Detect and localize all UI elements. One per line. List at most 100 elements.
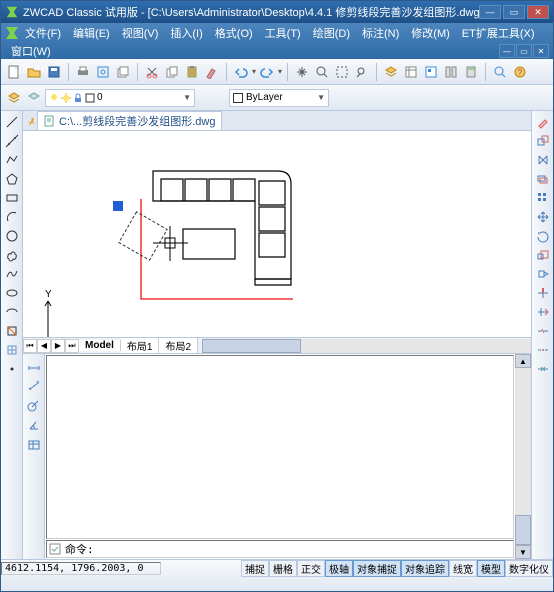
dim-table-button[interactable] <box>25 436 43 454</box>
coordinates[interactable]: 4612.1154, 1796.2003, 0 <box>1 562 161 575</box>
osnap-toggle[interactable]: 对象捕捉 <box>353 560 401 577</box>
redo-button[interactable] <box>258 63 276 81</box>
join-button[interactable] <box>534 360 552 378</box>
menu-edit[interactable]: 编辑(E) <box>67 24 116 42</box>
erase-button[interactable] <box>534 113 552 131</box>
snap-toggle[interactable]: 捕捉 <box>241 560 269 577</box>
tab-model[interactable]: Model <box>79 340 121 351</box>
point-button[interactable] <box>3 360 21 378</box>
cut-button[interactable] <box>143 63 161 81</box>
dim-linear-button[interactable] <box>25 356 43 374</box>
offset-button[interactable] <box>534 170 552 188</box>
ellipse-arc-button[interactable] <box>3 303 21 321</box>
stretch-button[interactable] <box>534 265 552 283</box>
arc-button[interactable] <box>3 208 21 226</box>
properties-button[interactable] <box>402 63 420 81</box>
tab-prev[interactable]: ◀ <box>37 339 51 353</box>
undo-button[interactable] <box>232 63 250 81</box>
save-button[interactable] <box>45 63 63 81</box>
mdi-close[interactable]: ✕ <box>533 44 549 58</box>
paste-button[interactable] <box>183 63 201 81</box>
polygon-button[interactable] <box>3 170 21 188</box>
scale-button[interactable] <box>534 246 552 264</box>
tool-palette-button[interactable] <box>442 63 460 81</box>
dim-angular-button[interactable] <box>25 416 43 434</box>
grid-toggle[interactable]: 栅格 <box>269 560 297 577</box>
menu-insert[interactable]: 插入(I) <box>164 24 208 42</box>
mdi-minimize[interactable]: — <box>499 44 515 58</box>
pan-button[interactable] <box>293 63 311 81</box>
close-button[interactable]: ✕ <box>527 5 549 19</box>
command-vscroll[interactable]: ▲ ▼ <box>515 354 531 559</box>
menu-format[interactable]: 格式(O) <box>209 24 259 42</box>
rotate-button[interactable] <box>534 227 552 245</box>
spline-button[interactable] <box>3 265 21 283</box>
model-toggle[interactable]: 模型 <box>477 560 505 577</box>
pin-icon[interactable] <box>27 116 37 126</box>
menu-et[interactable]: ET扩展工具(X) <box>456 24 541 42</box>
array-button[interactable] <box>534 189 552 207</box>
tab-first[interactable]: ⏮ <box>23 339 37 353</box>
menu-modify[interactable]: 修改(M) <box>405 24 456 42</box>
revcloud-button[interactable] <box>3 246 21 264</box>
ellipse-button[interactable] <box>3 284 21 302</box>
design-center-button[interactable] <box>422 63 440 81</box>
help-button[interactable]: ? <box>511 63 529 81</box>
mdi-restore[interactable]: ▭ <box>516 44 532 58</box>
zoom-prev-button[interactable] <box>353 63 371 81</box>
digitizer-toggle[interactable]: 数字化仪 <box>505 560 553 577</box>
command-input[interactable] <box>63 543 513 556</box>
drawing-canvas[interactable]: X Y <box>23 131 531 337</box>
color-dropdown[interactable]: ByLayer ▼ <box>229 89 329 107</box>
menu-annotate[interactable]: 标注(N) <box>356 24 405 42</box>
menu-window[interactable]: 窗口(W) <box>5 42 57 60</box>
zoom-rt-button[interactable] <box>313 63 331 81</box>
pline-button[interactable] <box>3 151 21 169</box>
circle-button[interactable] <box>3 227 21 245</box>
menu-tools[interactable]: 工具(T) <box>259 24 307 42</box>
print-button[interactable] <box>74 63 92 81</box>
minimize-button[interactable]: — <box>479 5 501 19</box>
mirror-button[interactable] <box>534 151 552 169</box>
layer-manager-button[interactable] <box>5 89 23 107</box>
menu-draw[interactable]: 绘图(D) <box>307 24 356 42</box>
insert-button[interactable] <box>3 322 21 340</box>
hscrollbar[interactable] <box>202 339 531 353</box>
open-button[interactable] <box>25 63 43 81</box>
copy-button[interactable] <box>163 63 181 81</box>
dim-radius-button[interactable] <box>25 396 43 414</box>
tab-layout2[interactable]: 布局2 <box>159 338 198 353</box>
calc-button[interactable] <box>462 63 480 81</box>
menu-file[interactable]: 文件(F) <box>19 24 67 42</box>
copy-obj-button[interactable] <box>534 132 552 150</box>
preview-button[interactable] <box>94 63 112 81</box>
zoom-window-button[interactable] <box>333 63 351 81</box>
move-button[interactable] <box>534 208 552 226</box>
match-button[interactable] <box>203 63 221 81</box>
layers-button[interactable] <box>382 63 400 81</box>
break-button[interactable] <box>534 322 552 340</box>
layer-dropdown[interactable]: 0 ▼ <box>45 89 195 107</box>
break2-button[interactable] <box>534 341 552 359</box>
new-button[interactable] <box>5 63 23 81</box>
ortho-toggle[interactable]: 正交 <box>297 560 325 577</box>
dim-aligned-button[interactable] <box>25 376 43 394</box>
tab-layout1[interactable]: 布局1 <box>121 338 160 353</box>
doc-tab[interactable]: C:\...剪线段完善沙发组图形.dwg <box>37 111 222 130</box>
layer-states-button[interactable] <box>25 89 43 107</box>
trim-button[interactable] <box>534 284 552 302</box>
lwt-toggle[interactable]: 线宽 <box>449 560 477 577</box>
rectangle-button[interactable] <box>3 189 21 207</box>
line-button[interactable] <box>3 113 21 131</box>
publish-button[interactable] <box>114 63 132 81</box>
maximize-button[interactable]: ▭ <box>503 5 525 19</box>
command-history[interactable] <box>46 355 514 539</box>
extend-button[interactable] <box>534 303 552 321</box>
otrack-toggle[interactable]: 对象追踪 <box>401 560 449 577</box>
zoom-ext-button[interactable] <box>491 63 509 81</box>
block-button[interactable] <box>3 341 21 359</box>
tab-last[interactable]: ⏭ <box>65 339 79 353</box>
xline-button[interactable] <box>3 132 21 150</box>
tab-next[interactable]: ▶ <box>51 339 65 353</box>
polar-toggle[interactable]: 极轴 <box>325 560 353 577</box>
